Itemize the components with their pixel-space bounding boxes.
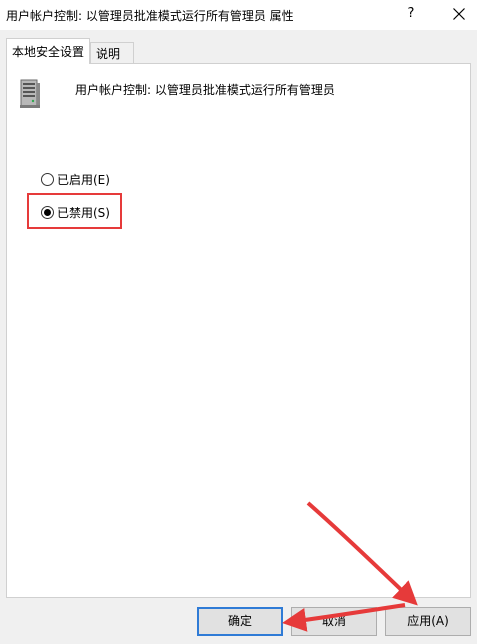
window-title: 用户帐户控制: 以管理员批准模式运行所有管理员 属性 [6, 9, 294, 23]
tab-label: 说明 [96, 47, 121, 61]
settings-panel: 用户帐户控制: 以管理员批准模式运行所有管理员 已启用(E) 已禁用(S) [6, 63, 471, 598]
highlight-annotation-box [27, 193, 122, 229]
tab-local-security-setting[interactable]: 本地安全设置 [6, 38, 90, 64]
radio-enabled[interactable]: 已启用(E) [41, 171, 110, 189]
apply-button[interactable]: 应用(A) [385, 607, 471, 636]
close-button[interactable] [440, 0, 477, 30]
policy-title: 用户帐户控制: 以管理员批准模式运行所有管理员 [75, 83, 335, 97]
tab-explain[interactable]: 说明 [90, 42, 134, 64]
cancel-button[interactable]: 取消 [291, 607, 377, 636]
radio-label-enabled: 已启用(E) [57, 173, 110, 187]
server-icon [19, 79, 41, 112]
close-icon [453, 8, 465, 20]
ok-button[interactable]: 确定 [197, 607, 283, 636]
help-icon: ? [407, 6, 415, 21]
help-button[interactable]: ? [396, 0, 426, 30]
radio-button-unchecked[interactable] [41, 173, 54, 186]
tab-label: 本地安全设置 [12, 45, 85, 59]
title-bar: 用户帐户控制: 以管理员批准模式运行所有管理员 属性 ? [0, 0, 477, 30]
